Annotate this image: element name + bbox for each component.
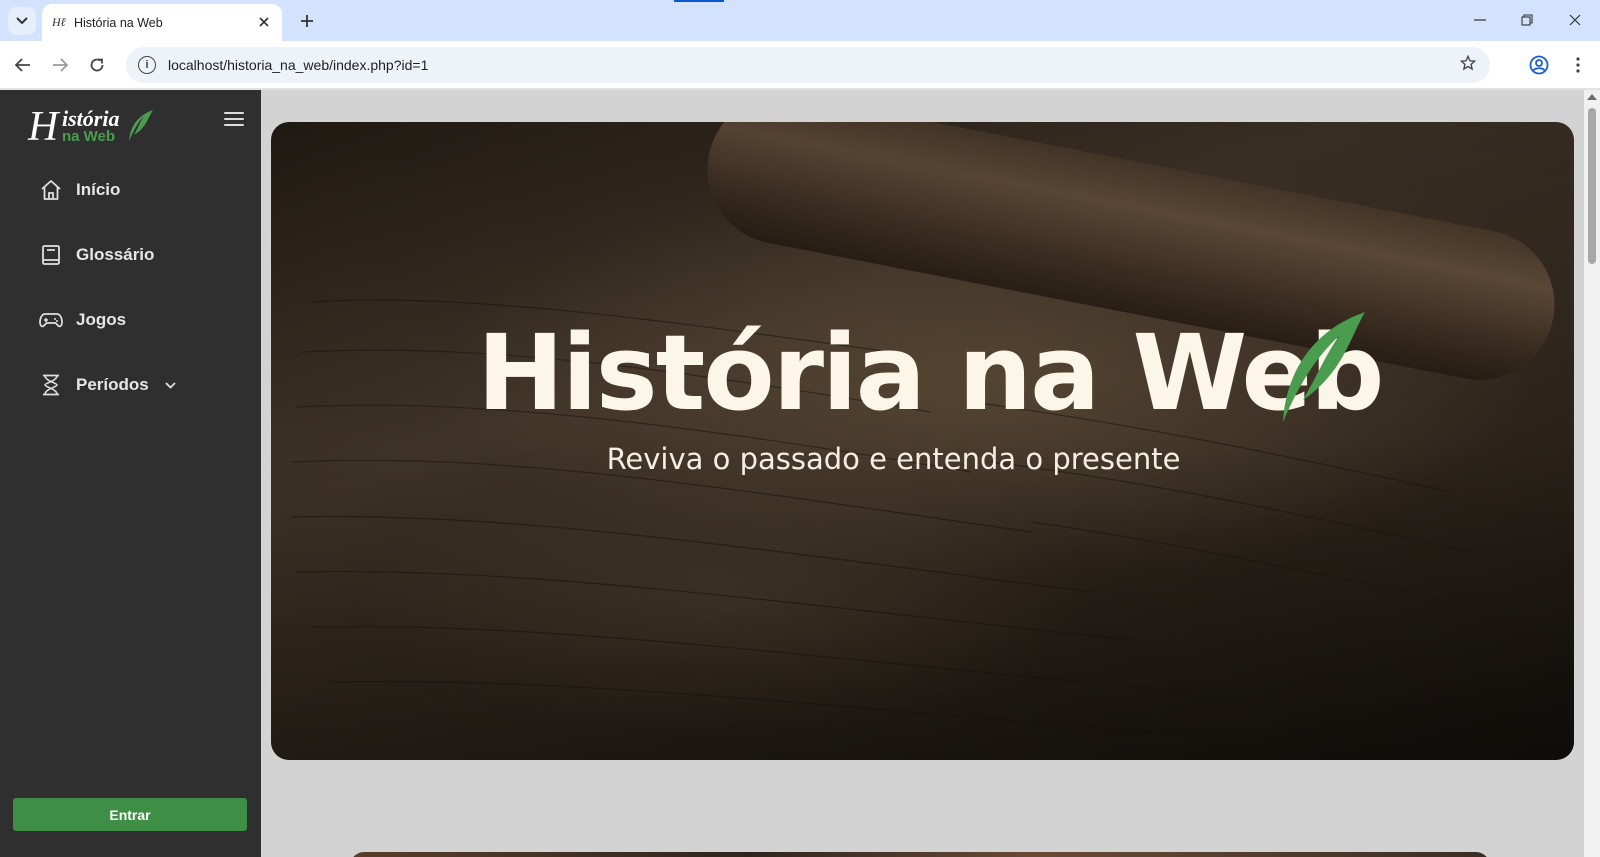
new-tab-button[interactable] bbox=[294, 8, 320, 34]
star-icon bbox=[1459, 54, 1477, 70]
browser-menu-button[interactable] bbox=[1566, 53, 1590, 77]
reload-button[interactable] bbox=[83, 51, 111, 79]
bookmark-button[interactable] bbox=[1459, 54, 1477, 76]
sidebar-item-label: Jogos bbox=[76, 310, 127, 329]
address-bar[interactable]: i localhost/historia_na_web/index.php?id… bbox=[126, 47, 1490, 83]
sidebar-item-glossario[interactable]: Glossário bbox=[38, 240, 154, 270]
page-content: H istória na Web Início Glossário Jogos … bbox=[0, 90, 1600, 857]
hamburger-line bbox=[224, 124, 244, 126]
sidebar-toggle-button[interactable] bbox=[224, 112, 244, 130]
close-icon bbox=[259, 17, 269, 27]
site-info-icon[interactable]: i bbox=[138, 56, 156, 74]
restore-icon bbox=[1521, 14, 1533, 26]
forward-icon bbox=[53, 58, 68, 72]
url-text[interactable]: localhost/historia_na_web/index.php?id=1 bbox=[168, 57, 1460, 73]
hamburger-line bbox=[224, 112, 244, 114]
gamepad-icon bbox=[38, 307, 64, 333]
hamburger-line bbox=[224, 118, 244, 120]
hero-banner: História na Web Reviva o passado e enten… bbox=[271, 122, 1574, 760]
browser-toolbar: i localhost/historia_na_web/index.php?id… bbox=[0, 41, 1600, 89]
plus-icon bbox=[301, 15, 313, 27]
leaf-icon bbox=[129, 110, 153, 141]
next-section-card[interactable] bbox=[350, 852, 1490, 857]
leaf-icon bbox=[1283, 312, 1365, 422]
sidebar-item-label: Início bbox=[76, 180, 121, 199]
hourglass-icon bbox=[38, 372, 64, 398]
hero-subtitle: Reviva o passado e entenda o presente bbox=[606, 442, 1181, 476]
tab-list-button[interactable] bbox=[8, 7, 36, 35]
back-icon bbox=[15, 58, 30, 72]
tab-title: História na Web bbox=[74, 15, 163, 30]
sidebar: H istória na Web Início Glossário Jogos … bbox=[0, 90, 261, 857]
book-icon bbox=[38, 242, 64, 268]
sidebar-item-label: Períodos bbox=[76, 375, 149, 394]
hero-title: História na Web bbox=[477, 312, 1384, 434]
forward-button[interactable] bbox=[46, 51, 74, 79]
page-scrollbar[interactable] bbox=[1584, 90, 1600, 857]
scroll-up-arrow[interactable] bbox=[1587, 94, 1597, 100]
sidebar-item-jogos[interactable]: Jogos bbox=[38, 305, 126, 335]
sidebar-item-label: Glossário bbox=[76, 245, 155, 264]
profile-button[interactable] bbox=[1527, 53, 1551, 77]
close-tab-button[interactable] bbox=[256, 14, 272, 31]
back-button[interactable] bbox=[9, 51, 37, 79]
close-window-button[interactable] bbox=[1560, 8, 1590, 32]
tab-strip-indicator bbox=[674, 0, 724, 2]
close-icon bbox=[1569, 14, 1581, 26]
menu-dots-icon bbox=[1576, 57, 1580, 73]
chevron-down-icon[interactable] bbox=[165, 376, 176, 394]
login-button[interactable]: Entrar bbox=[13, 798, 247, 831]
reload-icon bbox=[90, 58, 104, 72]
favicon: Hℓ bbox=[52, 15, 66, 29]
logo-h: H bbox=[28, 104, 59, 150]
site-logo[interactable]: H istória na Web bbox=[28, 104, 158, 150]
sidebar-item-periodos[interactable]: Períodos bbox=[38, 370, 176, 400]
browser-tab-bar: Hℓ História na Web bbox=[0, 0, 1600, 41]
logo-naweb: na Web bbox=[62, 128, 116, 145]
minimize-button[interactable] bbox=[1465, 8, 1495, 32]
restore-button[interactable] bbox=[1512, 8, 1542, 32]
profile-icon bbox=[1529, 55, 1549, 75]
sidebar-item-inicio[interactable]: Início bbox=[38, 175, 120, 205]
home-icon bbox=[38, 177, 64, 203]
scrollbar-thumb[interactable] bbox=[1588, 108, 1596, 264]
chevron-down-icon bbox=[16, 17, 28, 25]
browser-tab[interactable]: Hℓ História na Web bbox=[42, 4, 282, 41]
hero-overlay bbox=[271, 122, 1574, 760]
minimize-icon bbox=[1474, 19, 1486, 21]
